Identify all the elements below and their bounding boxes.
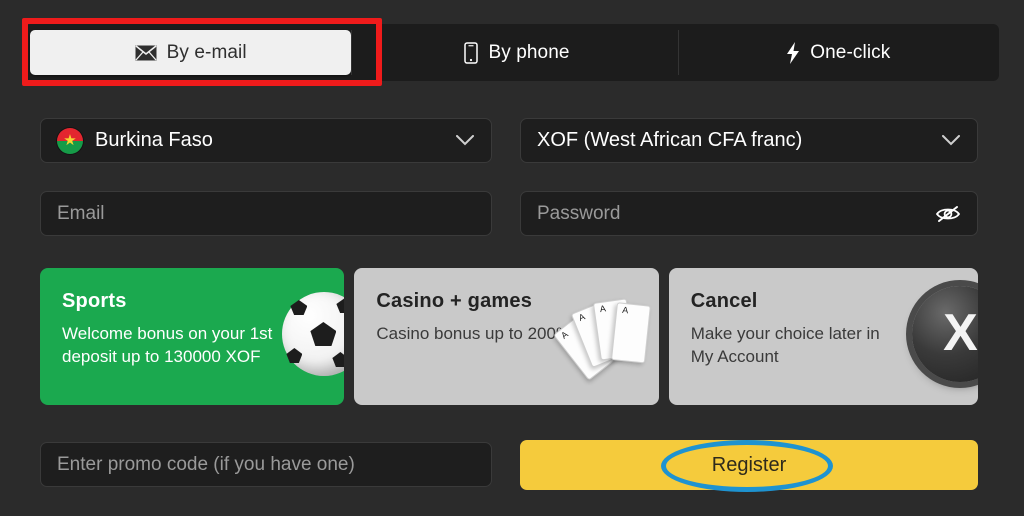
bonus-card-cancel-description: Make your choice later in My Account	[690, 324, 880, 366]
eye-slash-icon[interactable]	[935, 203, 961, 225]
lightning-bolt-icon	[786, 41, 800, 64]
bonus-card-sports[interactable]: Sports Welcome bonus on your 1st deposit…	[40, 268, 345, 405]
bonus-card-casino[interactable]: Casino + games Casino bonus up to 200% A…	[354, 268, 659, 405]
registration-method-tabs: By e-mail By phone One-click	[25, 24, 999, 81]
tab-one-click[interactable]: One-click	[677, 24, 999, 81]
promo-code-field-wrapper[interactable]: Enter promo code (if you have one)	[40, 442, 492, 487]
tab-by-email[interactable]: By e-mail	[30, 30, 352, 75]
currency-select[interactable]: XOF (West African CFA franc)	[520, 118, 978, 163]
currency-select-value: XOF (West African CFA franc)	[537, 129, 803, 151]
tab-by-email-label: By e-mail	[166, 41, 247, 63]
x-glyph: X	[943, 303, 978, 362]
password-input-placeholder: Password	[537, 202, 621, 224]
playing-cards-aces-icon: A A A A	[552, 280, 659, 390]
registration-form-panel: By e-mail By phone One-click ★ Burkina F…	[0, 0, 1024, 516]
country-select-value: Burkina Faso	[95, 129, 213, 151]
chevron-down-icon	[455, 131, 475, 151]
envelope-icon	[135, 44, 157, 61]
tab-by-phone[interactable]: By phone	[351, 24, 677, 81]
ace-card: A	[610, 302, 651, 364]
password-field-wrapper[interactable]: Password	[520, 191, 978, 236]
bonus-selection-cards: Sports Welcome bonus on your 1st deposit…	[40, 268, 978, 405]
email-field-wrapper[interactable]: Email	[40, 191, 492, 236]
bonus-card-sports-description: Welcome bonus on your 1st deposit up to …	[62, 324, 273, 366]
bonus-card-cancel[interactable]: Cancel Make your choice later in My Acco…	[668, 268, 978, 405]
bonus-card-sports-title: Sports	[62, 290, 127, 312]
chevron-down-icon	[941, 131, 961, 151]
promo-code-input-placeholder: Enter promo code (if you have one)	[57, 453, 355, 475]
burkina-faso-flag-icon: ★	[57, 127, 83, 154]
register-button[interactable]: Register	[520, 440, 978, 490]
tab-one-click-label: One-click	[810, 41, 891, 63]
tab-by-phone-label: By phone	[488, 41, 570, 63]
mobile-phone-icon	[464, 41, 479, 64]
country-select[interactable]: ★ Burkina Faso	[40, 118, 492, 163]
email-input-placeholder: Email	[57, 202, 105, 224]
